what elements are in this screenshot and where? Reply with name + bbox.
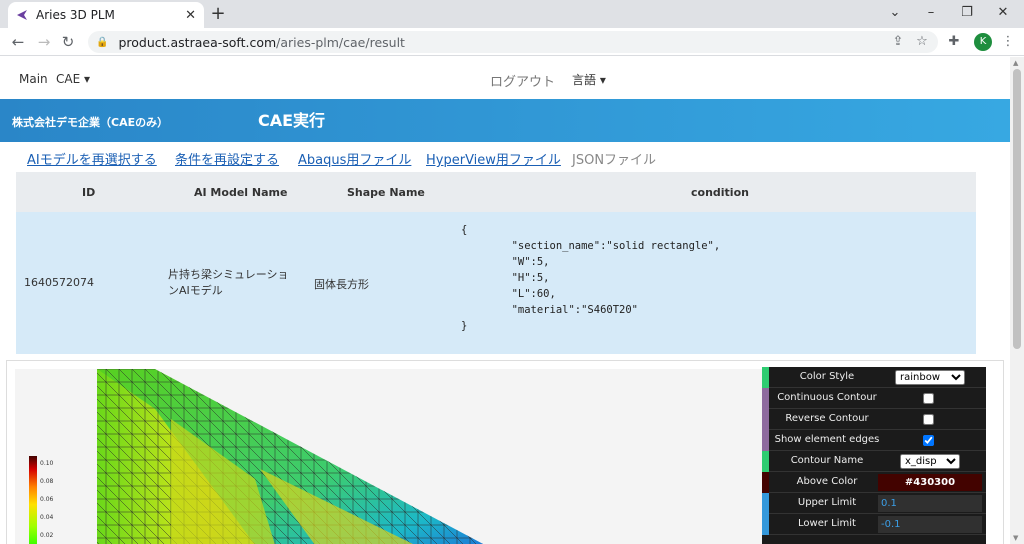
hyperview-file-link[interactable]: HyperView用ファイル bbox=[426, 149, 561, 168]
contour-name-select[interactable]: x_disp bbox=[900, 454, 960, 469]
forward-icon[interactable]: → bbox=[34, 32, 54, 52]
above-color-label: Above Color bbox=[796, 476, 858, 487]
column-header: AI Model Name bbox=[194, 186, 288, 199]
cell-id: 1640572074 bbox=[24, 276, 94, 289]
lower-limit-label: Lower Limit bbox=[798, 518, 856, 529]
legend-tick: 0.08 bbox=[40, 478, 54, 485]
column-header: condition bbox=[691, 186, 749, 199]
upper-limit-row: Upper Limit 0.1 bbox=[762, 493, 986, 514]
address-bar[interactable]: 🔒 product.astraea-soft.com /aries-plm/ca… bbox=[88, 31, 938, 53]
app-navbar: Main CAE ▾ ログアウト 言語 ▾ bbox=[0, 57, 1010, 99]
color-style-label: Color Style bbox=[799, 371, 855, 382]
share-icon[interactable]: ⇪ bbox=[888, 32, 908, 52]
url-path: /aries-plm/cae/result bbox=[276, 34, 405, 50]
url-host: product.astraea-soft.com bbox=[118, 34, 277, 50]
table-header: ID AI Model Name Shape Name condition bbox=[16, 172, 976, 212]
table-row: 1640572074 片持ち梁シミュレーションAIモデル 固体長方形 { "se… bbox=[16, 212, 976, 354]
show-edges-row: Show element edges bbox=[762, 430, 986, 451]
continuous-contour-label: Continuous Contour bbox=[777, 392, 877, 403]
contour-name-row: Contour Name x_disp bbox=[762, 451, 986, 472]
back-icon[interactable]: ← bbox=[8, 32, 28, 52]
reset-conditions-link[interactable]: 条件を再設定する bbox=[175, 149, 279, 168]
json-file-link: JSONファイル bbox=[572, 153, 657, 168]
continuous-contour-row: Continuous Contour bbox=[762, 388, 986, 409]
new-tab-button[interactable]: + bbox=[208, 4, 228, 24]
upper-limit-input[interactable]: 0.1 bbox=[878, 495, 982, 512]
tab-search-icon[interactable]: ⌄ bbox=[880, 2, 910, 24]
cell-model-name: 片持ち梁シミュレーションAIモデル bbox=[168, 268, 289, 297]
reload-icon[interactable]: ↻ bbox=[58, 32, 78, 52]
fem-mesh-render bbox=[97, 369, 484, 544]
action-links: AIモデルを再選択する 条件を再設定する Abaqus用ファイル HyperVi… bbox=[0, 146, 1010, 170]
nav-main-link[interactable]: Main bbox=[19, 72, 48, 86]
tab-title: Aries 3D PLM bbox=[36, 8, 115, 22]
reselect-model-link[interactable]: AIモデルを再選択する bbox=[27, 149, 157, 168]
extensions-icon[interactable]: ✚ bbox=[944, 32, 964, 52]
menu-kebab-icon[interactable]: ⋮ bbox=[998, 32, 1018, 52]
column-header: ID bbox=[82, 186, 96, 199]
above-color-row: Above Color #430300 bbox=[762, 472, 986, 493]
logout-link[interactable]: ログアウト bbox=[490, 71, 555, 90]
language-dropdown[interactable]: 言語 ▾ bbox=[572, 71, 606, 88]
abaqus-file-link[interactable]: Abaqus用ファイル bbox=[298, 149, 411, 168]
cell-condition: { "section_name":"solid rectangle", "W":… bbox=[461, 224, 721, 332]
color-style-row: Color Style rainbow bbox=[762, 367, 986, 388]
page-viewport: Main CAE ▾ ログアウト 言語 ▾ 株式会社デモ企業（CAEのみ） CA… bbox=[0, 57, 1010, 544]
color-style-select[interactable]: rainbow bbox=[895, 370, 965, 385]
lower-limit-row: Lower Limit -0.1 bbox=[762, 514, 986, 535]
browser-tab[interactable]: Aries 3D PLM ✕ bbox=[8, 2, 204, 28]
upper-limit-label: Upper Limit bbox=[797, 497, 857, 508]
legend-tick: 0.04 bbox=[40, 514, 54, 521]
minimize-icon[interactable]: – bbox=[916, 2, 946, 24]
legend-gradient-bar bbox=[29, 456, 37, 544]
legend-tick: 0.10 bbox=[40, 460, 54, 467]
show-edges-checkbox[interactable] bbox=[923, 435, 934, 446]
bookmark-star-icon[interactable]: ☆ bbox=[912, 32, 932, 52]
contour-name-label: Contour Name bbox=[790, 455, 864, 466]
continuous-contour-checkbox[interactable] bbox=[923, 393, 934, 404]
reverse-contour-row: Reverse Contour bbox=[762, 409, 986, 430]
scroll-down-icon[interactable]: ▼ bbox=[1013, 534, 1018, 542]
restore-icon[interactable]: ❐ bbox=[952, 2, 982, 24]
legend-tick: 0.02 bbox=[40, 532, 54, 539]
lock-icon: 🔒 bbox=[96, 36, 109, 48]
app-logo-icon bbox=[17, 10, 27, 20]
scroll-up-icon[interactable]: ▲ bbox=[1013, 59, 1018, 67]
contour-control-panel: Color Style rainbow Continuous Contour R… bbox=[762, 367, 986, 544]
company-name: 株式会社デモ企業（CAEのみ） bbox=[12, 116, 169, 129]
tab-close-icon[interactable]: ✕ bbox=[185, 8, 196, 23]
scrollbar-thumb[interactable] bbox=[1013, 69, 1021, 349]
nav-cae-dropdown[interactable]: CAE ▾ bbox=[56, 72, 90, 86]
above-color-swatch[interactable]: #430300 bbox=[878, 474, 982, 491]
legend-tick: 0.06 bbox=[40, 496, 54, 503]
result-table: ID AI Model Name Shape Name condition 16… bbox=[16, 172, 976, 354]
close-window-icon[interactable]: ✕ bbox=[988, 2, 1018, 24]
column-header: Shape Name bbox=[347, 186, 425, 199]
lower-limit-input[interactable]: -0.1 bbox=[878, 516, 982, 533]
page-scrollbar[interactable]: ▲ ▼ bbox=[1010, 57, 1024, 544]
show-edges-label: Show element edges bbox=[774, 434, 880, 445]
reverse-contour-checkbox[interactable] bbox=[923, 414, 934, 425]
page-title: CAE実行 bbox=[258, 111, 326, 130]
model-canvas[interactable] bbox=[15, 369, 767, 544]
browser-toolbar: ← → ↻ 🔒 product.astraea-soft.com /aries-… bbox=[0, 28, 1024, 56]
reverse-contour-label: Reverse Contour bbox=[785, 413, 869, 424]
browser-tab-strip: Aries 3D PLM ✕ + ⌄ – ❐ ✕ bbox=[0, 0, 1024, 28]
page-banner: 株式会社デモ企業（CAEのみ） CAE実行 bbox=[0, 99, 1010, 142]
profile-avatar[interactable]: K bbox=[974, 33, 992, 51]
cell-shape-name: 固体長方形 bbox=[314, 278, 369, 291]
